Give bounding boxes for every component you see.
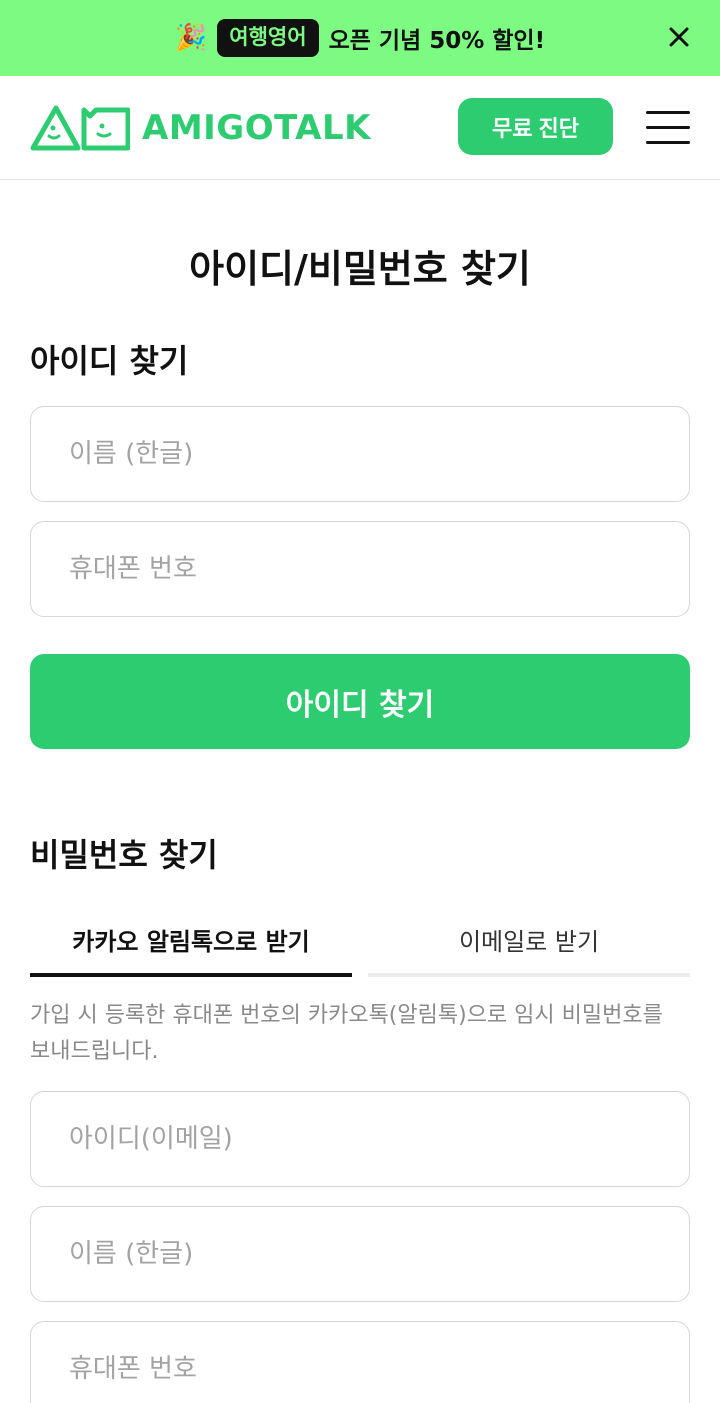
party-popper-icon: 🎉 <box>174 23 208 53</box>
promo-badge: 여행영어 <box>217 19 319 57</box>
free-diagnosis-button[interactable]: 무료 진단 <box>458 98 613 155</box>
amigotalk-logo-icon <box>30 105 130 151</box>
tab-email[interactable]: 이메일로 받기 <box>368 905 690 977</box>
brand-logo[interactable]: AMIGOTALK <box>30 104 371 152</box>
page-title: 아이디/비밀번호 찾기 <box>189 247 531 291</box>
find-pw-name-input[interactable] <box>30 1206 690 1302</box>
hamburger-menu-icon[interactable] <box>646 111 690 145</box>
find-id-button[interactable]: 아이디 찾기 <box>30 654 690 749</box>
logo-text: AMIGOTALK <box>142 108 371 148</box>
site-header: AMIGOTALK 무료 진단 <box>0 76 720 180</box>
find-pw-phone-input[interactable] <box>30 1321 690 1403</box>
kakao-notice-text: 가입 시 등록한 휴대폰 번호의 카카오톡(알림톡)으로 임시 비밀번호를 보내… <box>30 1003 663 1065</box>
promo-content: 🎉 여행영어 오픈 기념 50% 할인! <box>174 19 546 57</box>
find-pw-id-input[interactable] <box>30 1091 690 1187</box>
find-id-phone-input[interactable] <box>30 521 690 617</box>
tab-kakao-alimtalk[interactable]: 카카오 알림톡으로 받기 <box>30 905 352 977</box>
promo-banner: 🎉 여행영어 오픈 기념 50% 할인! <box>0 0 720 76</box>
find-password-title: 비밀번호 찾기 <box>30 836 218 874</box>
promo-text: 오픈 기념 50% 할인! <box>328 28 546 54</box>
find-id-name-input[interactable] <box>30 406 690 502</box>
close-icon[interactable] <box>664 22 694 52</box>
find-id-title: 아이디 찾기 <box>30 342 189 380</box>
